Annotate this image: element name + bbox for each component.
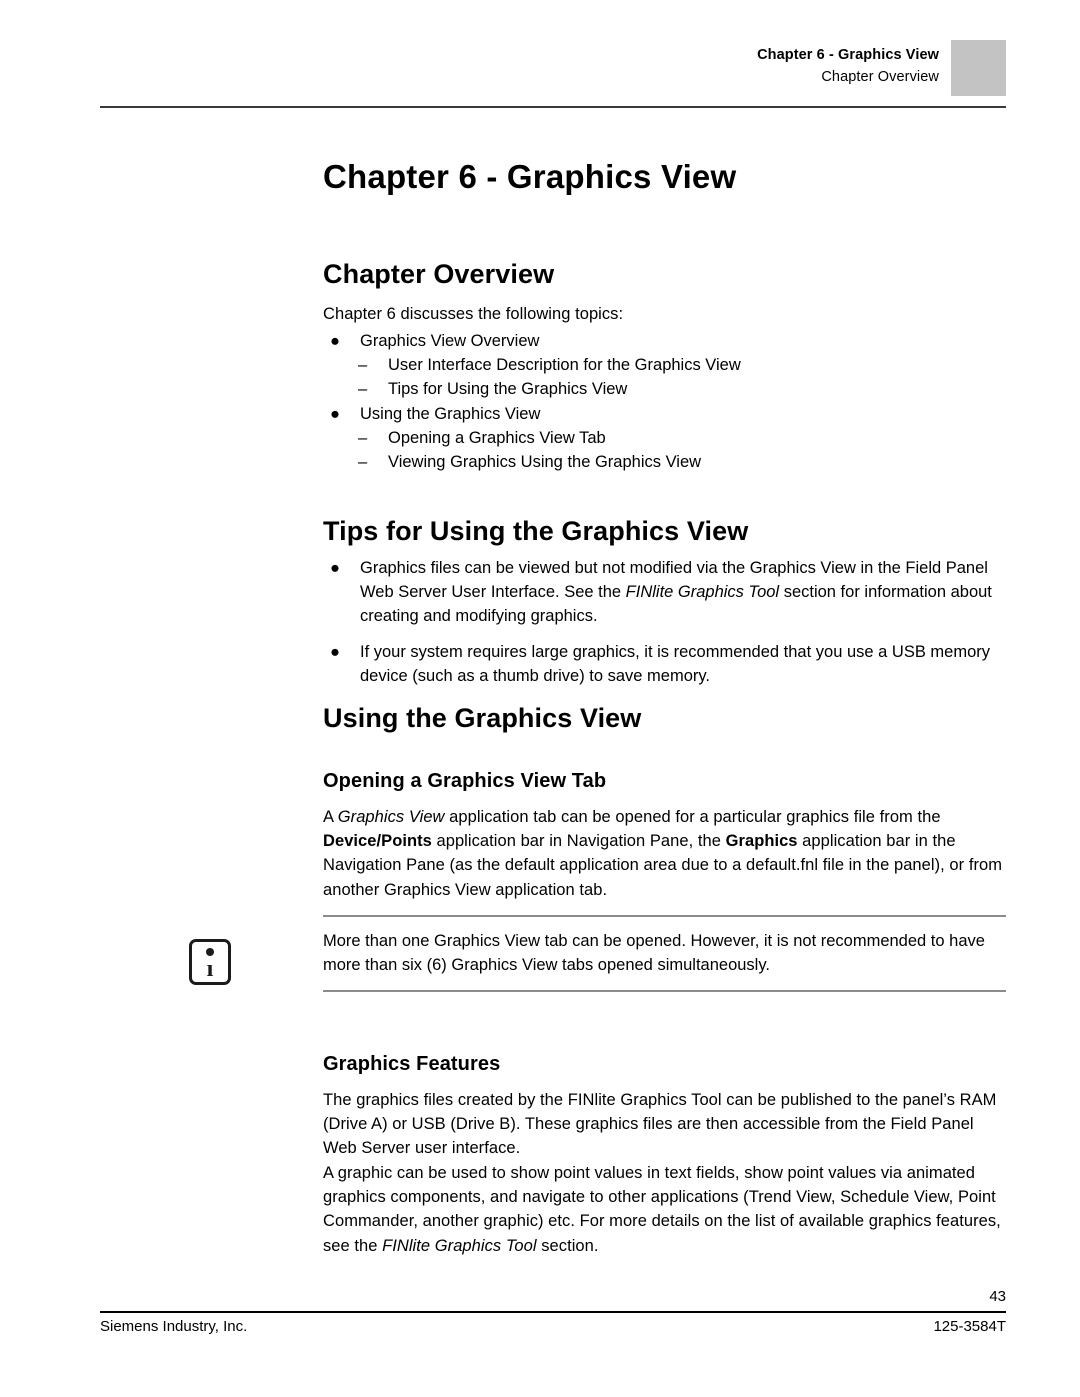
header-text-block: Chapter 6 - Graphics View Chapter Overvi…: [419, 44, 939, 88]
dash-marker-icon: –: [358, 453, 368, 472]
features-heading-wrap: Graphics Features: [323, 1053, 500, 1076]
list-item: ● Using the Graphics View: [323, 402, 741, 426]
info-icon: ı: [189, 939, 231, 985]
emphasis-text: Graphics View: [337, 808, 445, 826]
note-callout: ı More than one Graphics View tab can be…: [189, 915, 1006, 993]
document-page: Chapter 6 - Graphics View Chapter Overvi…: [0, 0, 1080, 1397]
tips-section-heading-wrap: Tips for Using the Graphics View: [323, 516, 748, 547]
overview-intro-text: Chapter 6 discusses the following topics…: [323, 305, 624, 323]
features-paragraph2-wrap: A graphic can be used to show point valu…: [323, 1161, 1006, 1258]
opening-tab-heading: Opening a Graphics View Tab: [323, 770, 607, 792]
header-section-label: Chapter Overview: [821, 69, 939, 85]
info-icon-dot: [206, 948, 214, 956]
list-item-label: User Interface Description for the Graph…: [388, 356, 741, 375]
opening-tab-paragraph-wrap: A Graphics View application tab can be o…: [323, 805, 1006, 902]
page-number: 43: [989, 1288, 1006, 1305]
page-title: Chapter 6 - Graphics View: [323, 158, 737, 195]
features-heading: Graphics Features: [323, 1053, 501, 1075]
features-paragraph1-wrap: The graphics files created by the FINlit…: [323, 1088, 1006, 1161]
list-item: ● Graphics View Overview: [323, 329, 741, 353]
list-item-label: Using the Graphics View: [360, 404, 541, 423]
features-paragraph-2: A graphic can be used to show point valu…: [323, 1164, 1001, 1255]
info-icon-stem: ı: [206, 956, 214, 982]
tip-text: Graphics files can be viewed but not mod…: [360, 559, 992, 626]
running-header: Chapter 6 - Graphics View Chapter Overvi…: [0, 0, 1080, 110]
footer-document-number: 125-3584T: [933, 1318, 1006, 1335]
dash-marker-icon: –: [358, 428, 368, 447]
tip-text: If your system requires large graphics, …: [360, 642, 991, 685]
list-item: – Opening a Graphics View Tab: [323, 426, 741, 450]
list-item-label: Tips for Using the Graphics View: [388, 380, 628, 399]
using-section-heading-wrap: Using the Graphics View: [323, 703, 641, 734]
list-item-label: Viewing Graphics Using the Graphics View: [388, 453, 702, 472]
bullet-marker-icon: ●: [330, 332, 340, 350]
emphasis-text: FINlite Graphics Tool: [625, 583, 780, 602]
note-text: More than one Graphics View tab can be o…: [323, 932, 985, 975]
chapter-overview-section: Chapter Overview: [323, 259, 554, 290]
opening-tab-heading-wrap: Opening a Graphics View Tab: [323, 770, 606, 793]
bullet-marker-icon: ●: [330, 404, 340, 423]
strong-text: Graphics: [725, 832, 798, 851]
list-item: ● Graphics files can be viewed but not m…: [323, 556, 1006, 629]
dash-marker-icon: –: [358, 380, 368, 399]
bullet-marker-icon: ●: [330, 642, 340, 661]
features-paragraph-1: The graphics files created by the FINlit…: [323, 1091, 997, 1158]
list-item-label: Graphics View Overview: [360, 332, 540, 350]
chapter-overview-intro: Chapter 6 discusses the following topics…: [323, 302, 623, 326]
tips-bullet-list: ● Graphics files can be viewed but not m…: [323, 556, 1006, 688]
list-item: – Tips for Using the Graphics View: [323, 377, 741, 401]
using-heading: Using the Graphics View: [323, 703, 642, 733]
note-body: More than one Graphics View tab can be o…: [323, 917, 1006, 990]
topics-list: ● Graphics View Overview – User Interfac…: [323, 329, 741, 474]
tips-list: ● Graphics files can be viewed but not m…: [323, 556, 1006, 699]
list-item-label: Opening a Graphics View Tab: [388, 428, 606, 447]
header-chapter-label: Chapter 6 - Graphics View: [757, 47, 939, 63]
note-bottom-divider: [323, 990, 1006, 993]
strong-text: Device/Points: [323, 832, 432, 851]
chapter-overview-heading: Chapter Overview: [323, 259, 555, 289]
list-item: ● If your system requires large graphics…: [323, 640, 1006, 688]
header-divider: [100, 106, 1006, 108]
opening-tab-paragraph: A Graphics View application tab can be o…: [323, 808, 1003, 899]
emphasis-text: FINlite Graphics Tool: [382, 1236, 537, 1255]
dash-marker-icon: –: [358, 356, 368, 375]
chapter-overview-list: ● Graphics View Overview – User Interfac…: [323, 329, 741, 474]
list-item: – User Interface Description for the Gra…: [323, 353, 741, 377]
footer-divider: [100, 1311, 1006, 1313]
tips-heading: Tips for Using the Graphics View: [323, 516, 749, 546]
header-gray-box: [951, 40, 1006, 96]
bullet-marker-icon: ●: [330, 559, 340, 577]
list-item: – Viewing Graphics Using the Graphics Vi…: [323, 450, 741, 474]
